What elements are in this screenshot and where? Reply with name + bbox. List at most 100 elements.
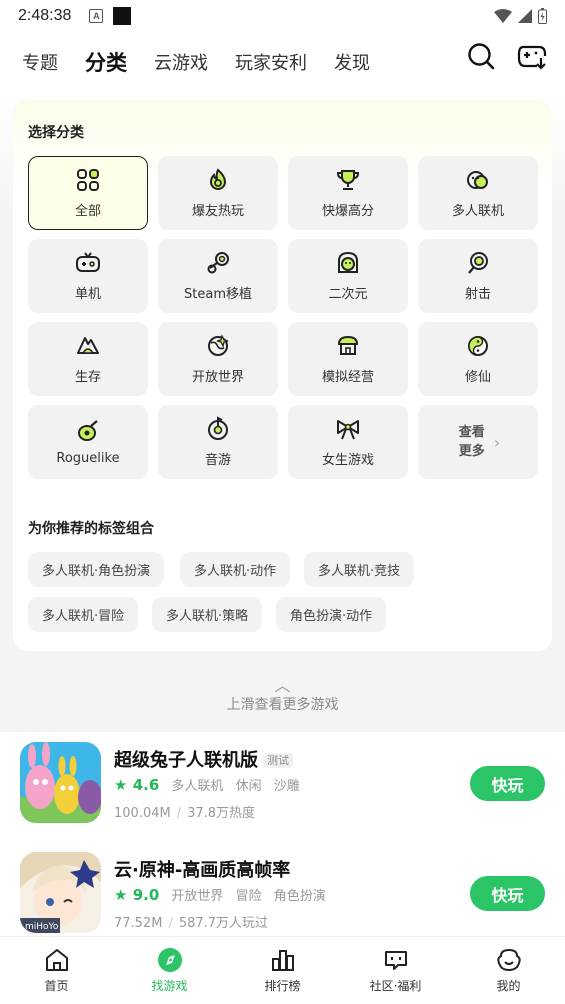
rogue-icon (78, 420, 98, 441)
game-tag: 角色扮演 (273, 889, 326, 904)
game-item[interactable]: 超级兔子人联机版 测试 ★ 4.6 多人联机 休闲 沙雕 100.04M/37.8… (0, 742, 565, 842)
game-tag: 开放世界 (171, 889, 224, 904)
category-label: Roguelike (56, 451, 120, 466)
category-survival[interactable]: 生存 (28, 322, 148, 396)
category-roguelike[interactable]: Roguelike (28, 405, 148, 479)
test-badge: 测试 (263, 753, 293, 768)
anime-icon (338, 251, 358, 273)
category-label: 射击 (464, 287, 491, 302)
category-anime[interactable]: 二次元 (288, 239, 408, 313)
rating-value: 9.0 (132, 886, 160, 904)
recommend-tag-chip[interactable]: 多人联机·竞技 (304, 552, 415, 587)
grid-icon (77, 169, 99, 191)
chevron-right-icon: › (493, 432, 501, 452)
game-size: 77.52M (114, 916, 163, 931)
category-label: 爆友热玩 (191, 204, 244, 219)
tab-discover[interactable]: 发现 (334, 49, 370, 75)
game-tag: 沙雕 (273, 779, 300, 794)
recommend-tag-chip[interactable]: 多人联机·冒险 (28, 597, 139, 632)
game-list: 超级兔子人联机版 测试 ★ 4.6 多人联机 休闲 沙雕 100.04M/37.8… (0, 732, 565, 936)
category-label: 快爆高分 (321, 204, 374, 219)
nav-label: 首页 (44, 979, 69, 993)
recommend-tag-chip[interactable]: 角色扮演·动作 (276, 597, 387, 632)
nav-label: 我的 (496, 979, 521, 993)
rating-value: 4.6 (132, 776, 160, 794)
genshin-game-art-icon: miHoYo (20, 852, 101, 933)
tab-player-recommend[interactable]: 玩家安利 (235, 49, 307, 75)
game-title: 云·原神-高画质高帧率 (114, 856, 290, 882)
category-rhythm[interactable]: 音游 (158, 405, 278, 479)
wifi-icon (494, 9, 512, 23)
home-icon (45, 949, 68, 971)
music-disc-icon (208, 416, 228, 440)
nav-home[interactable]: 首页 (0, 937, 113, 1004)
category-steam[interactable]: Steam移植 (158, 239, 278, 313)
category-label: 多人联机 (451, 204, 504, 219)
game-stats: 77.52M/587.7万人玩过 (114, 916, 269, 931)
tab-categories[interactable]: 分类 (83, 47, 129, 80)
chevron-up-icon: ︿ (274, 676, 291, 695)
category-label: 开放世界 (191, 370, 244, 385)
quick-play-button[interactable]: 快玩 (470, 766, 545, 801)
category-shooter[interactable]: 射击 (418, 239, 538, 313)
view-more-categories-button[interactable]: 查看更多 › (418, 405, 538, 479)
game-tag: 冒险 (235, 889, 262, 904)
top-tab-bar: 专题 分类 云游戏 玩家安利 发现 (0, 32, 565, 92)
category-open-world[interactable]: 开放世界 (158, 322, 278, 396)
swipe-up-hint[interactable]: ︿ 上滑查看更多游戏 (0, 678, 565, 714)
category-label: 修仙 (464, 370, 491, 385)
world-icon (208, 334, 229, 356)
game-meta: ★ 4.6 多人联机 休闲 沙雕 (114, 775, 308, 794)
notification-square-icon (113, 7, 132, 25)
recommend-tag-chip[interactable]: 多人联机·策略 (152, 597, 263, 632)
recommend-tag-chip[interactable]: 多人联机·动作 (180, 552, 291, 587)
bottom-nav: 首页 找游戏 排行榜 社区·福利 我的 (0, 936, 565, 1004)
category-cultivation[interactable]: 修仙 (418, 322, 538, 396)
game-download-icon[interactable] (517, 42, 547, 70)
game-play-count: 587.7万人玩过 (178, 916, 269, 931)
star-icon: ★ (114, 886, 128, 904)
community-icon (384, 951, 407, 970)
status-bar: 2:48:38 A (0, 0, 565, 32)
nav-community[interactable]: 社区·福利 (339, 937, 452, 1004)
recommend-tag-chip[interactable]: 多人联机·角色扮演 (28, 552, 165, 587)
rating: ★ 9.0 (114, 886, 159, 904)
game-popularity: 37.8万热度 (187, 806, 256, 821)
category-single[interactable]: 单机 (28, 239, 148, 313)
multiplayer-icon (467, 171, 488, 189)
category-label: 音游 (204, 453, 231, 468)
survival-icon (77, 337, 99, 354)
bunny-game-art-icon (20, 742, 101, 823)
search-icon[interactable] (467, 42, 495, 70)
nav-label: 找游戏 (151, 979, 188, 993)
category-simulation[interactable]: 模拟经营 (288, 322, 408, 396)
category-label: 女生游戏 (321, 453, 374, 468)
trophy-icon (336, 170, 360, 190)
nav-find-game[interactable]: 找游戏 (113, 937, 226, 1004)
game-thumbnail: miHoYo (20, 852, 101, 933)
flame-icon (209, 168, 227, 190)
ranking-icon (271, 950, 294, 971)
category-multiplayer[interactable]: 多人联机 (418, 156, 538, 230)
tab-cloud-games[interactable]: 云游戏 (154, 49, 208, 75)
category-high-score[interactable]: 快爆高分 (288, 156, 408, 230)
quick-play-button[interactable]: 快玩 (470, 876, 545, 911)
category-hot[interactable]: 爆友热玩 (158, 156, 278, 230)
tab-categories-label: 分类 (85, 51, 127, 75)
gamepad-icon (76, 252, 100, 272)
category-label: 单机 (74, 287, 101, 302)
category-label: Steam移植 (184, 287, 252, 302)
rating: ★ 4.6 (114, 776, 159, 794)
find-game-icon (157, 948, 182, 972)
category-girls[interactable]: 女生游戏 (288, 405, 408, 479)
battery-icon (538, 8, 547, 24)
tab-topics[interactable]: 专题 (22, 49, 58, 75)
game-thumbnail (20, 742, 101, 823)
nav-profile[interactable]: 我的 (452, 937, 565, 1004)
nav-ranking[interactable]: 排行榜 (226, 937, 339, 1004)
status-time: 2:48:38 (18, 7, 72, 24)
star-icon: ★ (114, 776, 128, 794)
category-all[interactable]: 全部 (28, 156, 148, 230)
category-label: 全部 (74, 204, 101, 219)
yin-yang-icon (468, 336, 488, 356)
